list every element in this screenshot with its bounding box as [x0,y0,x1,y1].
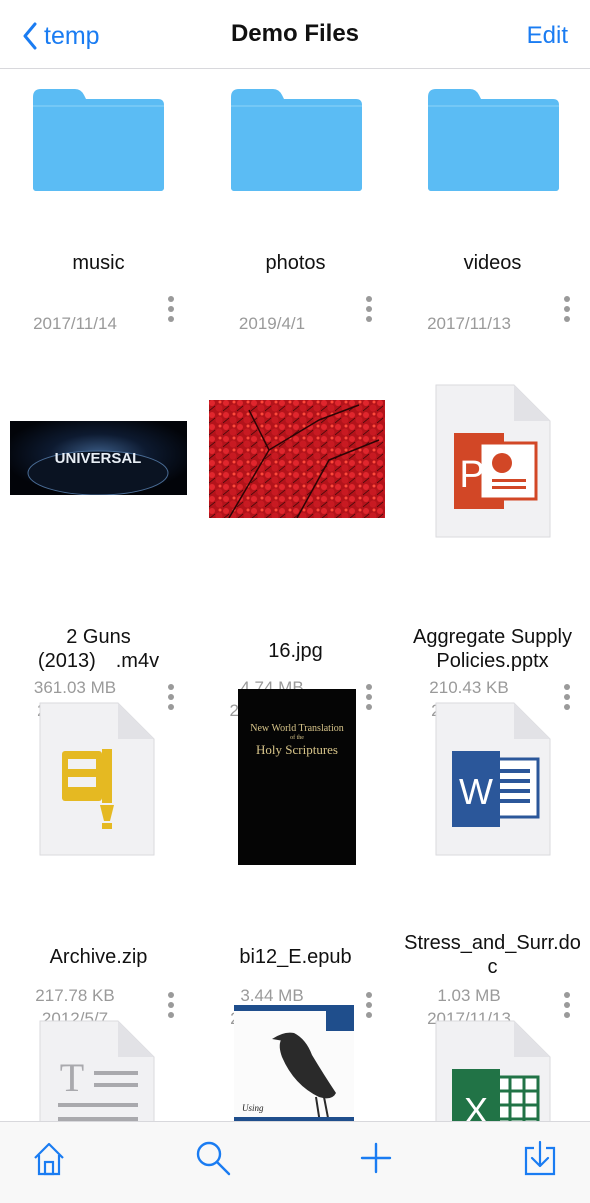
import-tab[interactable] [520,1138,560,1178]
file-name-text: Aggregate Supply Policies.pptx [412,626,572,672]
file-item-2-guns[interactable]: UNIVERSAL 2 Guns (2013) .m4v 361.03 MB 2… [0,379,197,720]
file-size: 217.78 KB [35,986,115,1005]
dot-icon [564,316,570,322]
zip-file-icon [39,702,155,856]
file-size: 1.03 MB [437,986,501,1005]
video-thumbnail: UNIVERSAL [10,421,187,495]
dot-icon [168,1002,174,1008]
dot-icon [366,316,372,322]
dot-icon [366,306,372,312]
more-options-button[interactable] [357,293,381,333]
cover-line: of the [290,735,304,741]
folder-icon [428,89,559,191]
dot-icon [564,1002,570,1008]
file-size: 3.44 MB [240,986,304,1005]
dot-icon [564,296,570,302]
dot-icon [564,306,570,312]
edit-button[interactable]: Edit [527,22,568,50]
file-name: music [72,252,125,274]
plus-icon [360,1142,392,1174]
folder-icon [231,89,362,191]
file-item-archive-zip[interactable]: Archive.zip 217.78 KB 2012/5/7 [0,689,197,1028]
download-icon [524,1140,556,1176]
file-item-videos[interactable]: videos 2017/11/13 [394,69,590,369]
file-name: Stress_and_Surr.do c [394,931,590,979]
file-name-text: Stress_and_Surr.do c [404,932,581,978]
word-file-icon: W [435,702,551,856]
file-name: videos [463,252,522,274]
dot-icon [168,992,174,998]
file-item-16-jpg[interactable]: 16.jpg 4.74 MB 2009/12/21 [197,379,394,720]
svg-text:T: T [60,1055,84,1100]
file-name: 16.jpg [268,640,323,662]
bottom-toolbar [0,1121,590,1203]
file-name: bi12_E.epub [239,946,352,968]
file-name: photos [265,252,326,274]
dot-icon [168,316,174,322]
file-item-bi12-epub[interactable]: New World Translation of the Holy Script… [197,689,394,1028]
svg-text:W: W [459,771,493,812]
svg-text:X: X [464,1090,488,1121]
file-item-music[interactable]: music 2017/11/14 [0,69,197,369]
file-date: 2017/11/13 [427,314,511,333]
navigation-bar: temp Demo Files Edit [0,0,590,69]
file-item-excel[interactable]: X [394,1009,590,1121]
universal-logo-text: UNIVERSAL [55,450,142,467]
book-cover: Using [234,1005,354,1121]
search-tab[interactable] [193,1138,233,1178]
file-name-text: 2 Guns (2013) .m4v [37,626,160,672]
folder-icon [33,89,164,191]
dot-icon [366,992,372,998]
file-name: Aggregate Supply Policies.pptx [394,625,590,673]
file-item-photos[interactable]: photos 2019/4/1 [197,69,394,369]
file-name: Archive.zip [49,946,148,968]
home-icon [34,1142,64,1176]
cover-line: New World Translation [250,723,344,734]
book-cover: New World Translation of the Holy Script… [238,689,356,865]
file-grid: music 2017/11/14 photos 2019/4/1 videos … [0,69,590,1121]
file-date: 2019/4/1 [238,314,306,333]
more-options-button[interactable] [159,293,183,333]
file-item-stress-and-surr[interactable]: W Stress_and_Surr.do c 1.03 MB 2017/11/1… [394,689,590,1028]
page-title: Demo Files [230,20,360,47]
dot-icon [564,992,570,998]
add-tab[interactable] [356,1138,396,1178]
text-file-icon: T [39,1020,155,1121]
dot-icon [168,296,174,302]
dot-icon [366,1002,372,1008]
file-item-aggregate-supply[interactable]: P Aggregate Supply Policies.pptx 210.43 … [394,379,590,720]
dot-icon [366,296,372,302]
cover-text: Using [242,1103,264,1113]
file-item-using-book[interactable]: Using [197,1005,394,1121]
powerpoint-file-icon: P [435,384,551,538]
svg-text:P: P [459,454,484,496]
search-icon [196,1141,231,1176]
dot-icon [168,306,174,312]
photo-thumbnail [209,400,385,518]
more-options-button[interactable] [555,293,579,333]
file-date: 2017/11/14 [33,314,117,333]
file-item-text[interactable]: T [0,1009,197,1121]
excel-file-icon: X [435,1020,551,1121]
file-name: 2 Guns (2013) .m4v [0,625,197,673]
cover-line: Holy Scriptures [256,742,338,757]
home-tab[interactable] [29,1138,69,1178]
